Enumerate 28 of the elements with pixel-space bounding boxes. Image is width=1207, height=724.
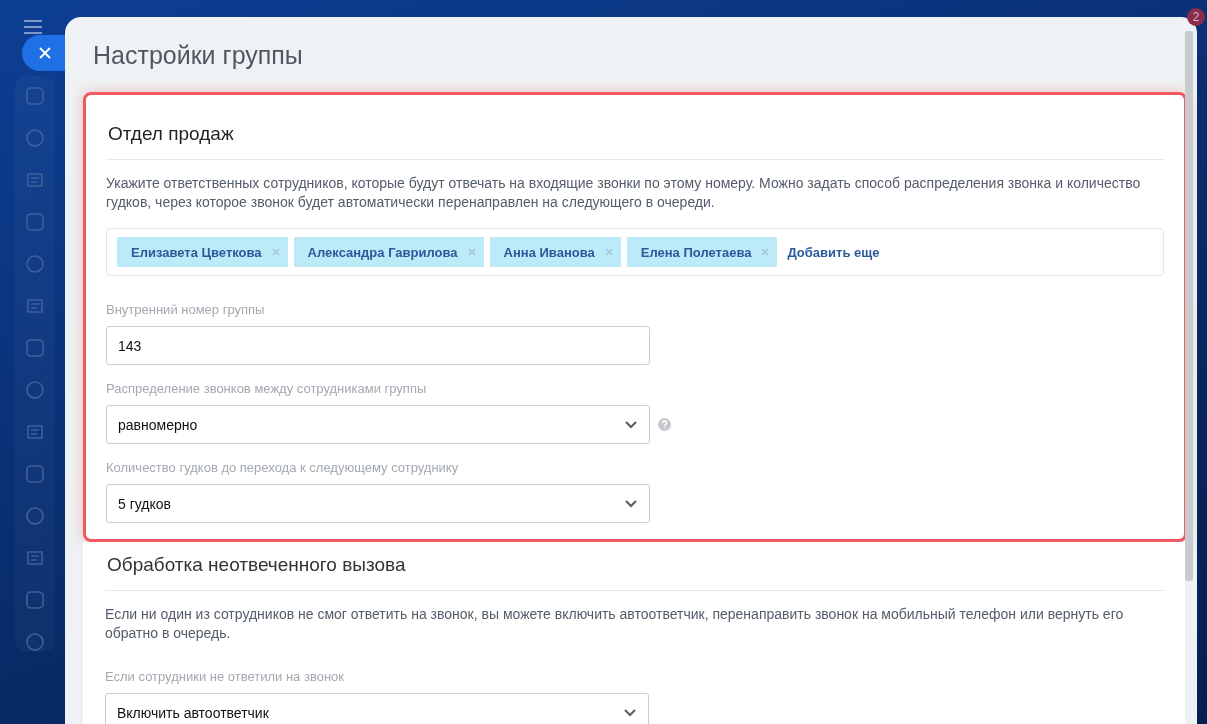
select-field[interactable]: Включить автоответчик [105,693,649,724]
chevron-down-icon [625,499,637,508]
remove-icon[interactable] [604,248,613,256]
remove-icon[interactable] [467,248,476,256]
help-icon[interactable] [658,418,671,431]
section-title: Обработка неотвеченного вызова [107,554,407,576]
menu-icon[interactable] [24,20,42,34]
chevron-down-icon [624,708,636,717]
close-icon [39,47,51,59]
field-label: Если сотрудники не ответили на звонок [105,669,345,684]
field-label: Внутренний номер группы [106,302,266,317]
input-field[interactable]: 143 [106,326,650,365]
select-field[interactable]: 5 гудков [106,484,650,523]
field-label: Распределение звонков между сотрудниками группы [106,381,428,396]
field-label: Количество гудков до перехода к следующему сотруднику [106,460,460,475]
remove-icon[interactable] [761,248,770,256]
section-description: Укажите ответственных сотрудников, которые будут отвечать на входящие звонки по этому номеру. Можно задать способ распределения звонка и количество гудков, через которое звонок будет автоматически перенаправлен на следующего в очереди. [106,174,1142,212]
remove-icon[interactable] [271,248,280,256]
add-more-link[interactable]: Добавить еще [787,244,880,260]
close-button[interactable] [22,35,65,71]
section-title: Отдел продаж [108,123,235,145]
select-field[interactable]: равномерно [106,405,650,444]
section-description: Если ни один из сотрудников не смог ответить на звонок, вы можете включить автоответчик, перенаправить звонок на мобильный телефон или вернуть его обратно в очередь. [105,605,1125,643]
notification-badge: 2 [1187,8,1205,26]
panel-title: Настройки группы [93,41,304,70]
members-field[interactable]: Елизавета Цветкова Александра Гаврилова Анна Иванова Елена Полетаева Добавить еще [106,228,1164,276]
chevron-down-icon [625,420,637,429]
scrollbar[interactable] [1185,31,1193,581]
